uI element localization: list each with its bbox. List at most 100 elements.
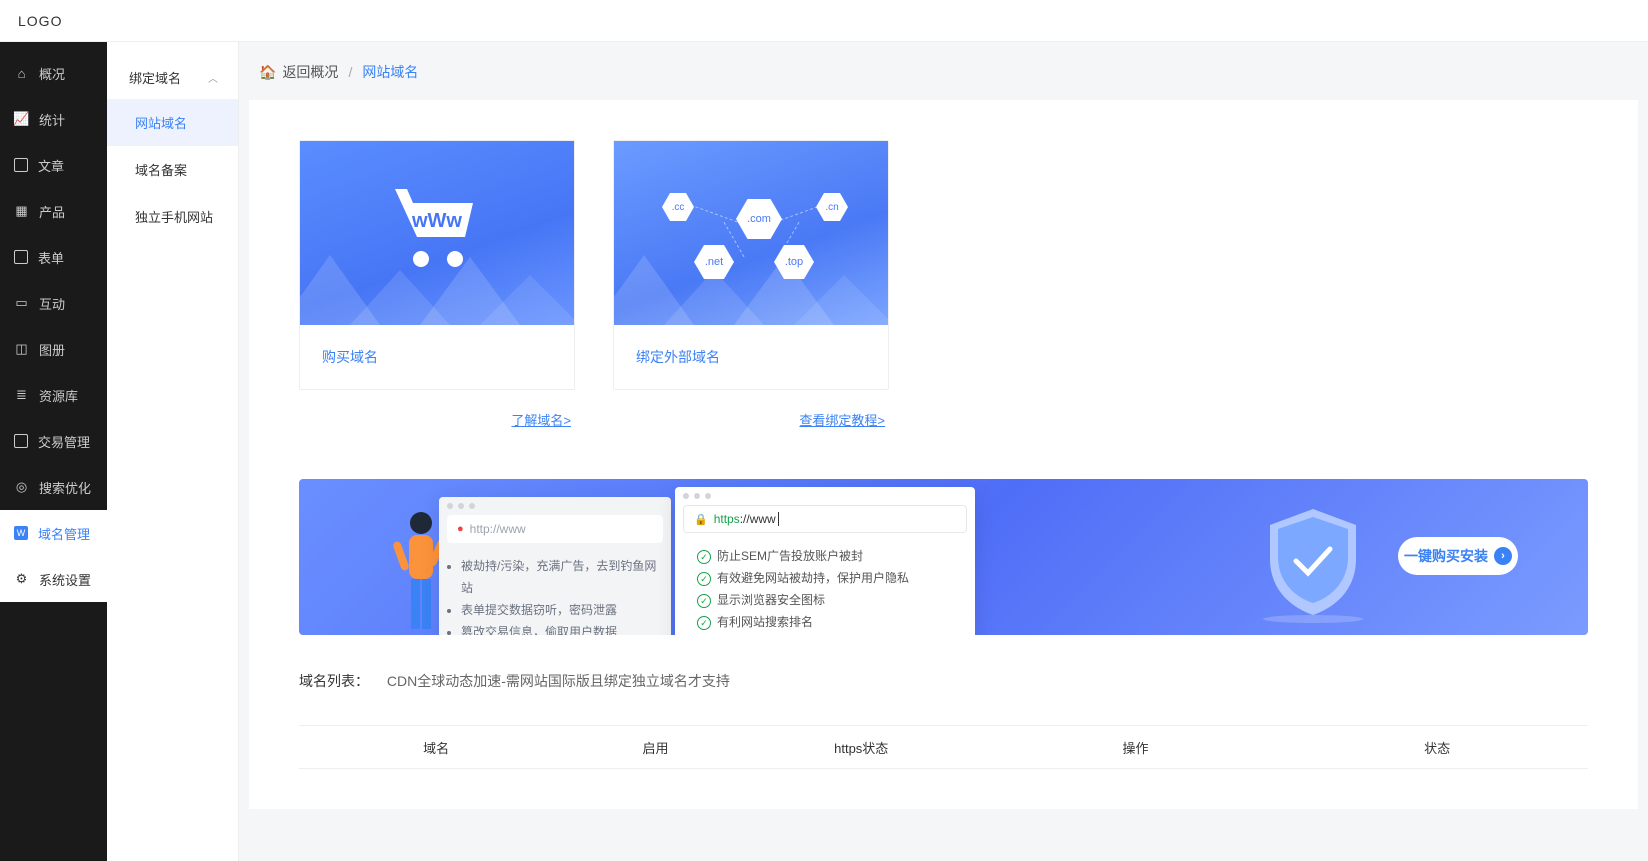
http-browser: ● http://www 被劫持/污染，充满广告，去到钓鱼网站 表单提交数据窃听，… [439,497,671,635]
domain-list-title: 域名列表： CDN全球动态加速-需网站国际版且绑定独立域名才支持 [299,671,1588,691]
sidebar-label: 资源库 [39,386,78,405]
subnav-item-mobile[interactable]: 独立手机网站 [107,193,238,240]
sidebar-item-interact[interactable]: ▭ 互动 [0,280,107,326]
card-bind-external[interactable]: .cc .com .cn .net .top 绑定外部域名 [613,140,889,390]
sidebar-label: 文章 [38,156,64,175]
install-button[interactable]: 一键购买安装 › [1398,537,1518,575]
tld-cn: .cn [816,193,848,221]
subnav-item-record[interactable]: 域名备案 [107,146,238,193]
gear-icon: ⚙ [14,572,29,587]
arrow-right-icon: › [1494,547,1512,565]
main-sidebar: ⌂ 概况 📈 统计 文章 ▦ 产品 表单 ▭ 互动 ◫ 图册 ≣ 资源库 交易管理 ◎ 搜索优… [0,42,107,861]
link-bind-tutorial[interactable]: 查看绑定教程> [613,410,889,429]
card-image: wWw [300,141,574,325]
db-icon: ≣ [14,388,29,403]
card-label: 购买域名 [300,325,574,389]
list-title-label: 域名列表： [299,673,369,689]
https-prefix: https [714,512,740,526]
tld-cc: .cc [662,193,694,221]
sidebar-label: 系统设置 [39,570,91,589]
cart-icon: wWw [387,183,487,279]
bullet: 有效避免网站被劫持，保护用户隐私 [697,567,963,589]
table-header: 域名 启用 https状态 操作 状态 [299,725,1588,769]
sidebar-label: 互动 [39,294,65,313]
sidebar-item-form[interactable]: 表单 [0,234,107,280]
card-buy-domain[interactable]: wWw 购买域名 [299,140,575,390]
chevron-up-icon: ︿ [208,70,218,85]
http-cons: 被劫持/污染，充满广告，去到钓鱼网站 表单提交数据窃听，密码泄露 篡改交易信息，… [439,551,671,635]
bullet: 防止SEM广告投放账户被封 [697,545,963,567]
th-enable: 启用 [573,738,738,757]
https-rest: ://www [740,512,776,526]
th-action: 操作 [985,738,1287,757]
subnav-title[interactable]: 绑定域名 ︿ [107,56,238,99]
svg-text:wWw: wWw [411,210,462,232]
bullet: 有利网站搜索排名 [697,611,963,633]
sidebar-item-article[interactable]: 文章 [0,142,107,188]
bullet: 显示浏览器安全图标 [697,589,963,611]
breadcrumb-back-label: 返回概况 [282,62,338,82]
subnav-item-label: 独立手机网站 [135,210,213,225]
card-label: 绑定外部域名 [614,325,888,389]
https-pros: 防止SEM广告投放账户被封 有效避免网站被劫持，保护用户隐私 显示浏览器安全图标… [675,541,975,635]
grid-icon: ▦ [14,204,29,219]
trade-icon [14,434,28,448]
warn-icon: ● [457,523,464,535]
home-icon: ⌂ [14,66,29,81]
sidebar-item-overview[interactable]: ⌂ 概况 [0,50,107,96]
subnav-item-site-domain[interactable]: 网站域名 [107,99,238,146]
subnav-item-label: 域名备案 [135,163,187,178]
w-icon: W [14,526,28,540]
install-button-label: 一键购买安装 [1404,546,1488,566]
gallery-icon: ◫ [14,342,29,357]
sidebar-label: 产品 [39,202,65,221]
sidebar-item-stats[interactable]: 📈 统计 [0,96,107,142]
sidebar-item-settings[interactable]: ⚙ 系统设置 [0,556,107,602]
home-icon: 🏠 [259,64,276,81]
subnav-item-label: 网站域名 [135,116,187,131]
sidebar-label: 交易管理 [38,432,90,451]
bullet: 篡改交易信息，偷取用户数据 [461,621,659,635]
shield-icon [1258,503,1368,623]
sidebar-item-domain[interactable]: W 域名管理 [0,510,107,556]
bullet: 被劫持/污染，充满广告，去到钓鱼网站 [461,555,659,599]
https-browser: 🔒 https://www 防止SEM广告投放账户被封 有效避免网站被劫持，保护用… [675,487,975,635]
bullet: 表单提交数据窃听，密码泄露 [461,599,659,621]
domain-table: 域名 启用 https状态 操作 状态 [299,725,1588,769]
content-panel: wWw 购买域名 .cc .com [249,100,1638,809]
th-https: https状态 [738,738,985,757]
sidebar-item-gallery[interactable]: ◫ 图册 [0,326,107,372]
chat-icon: ▭ [14,296,29,311]
sidebar-item-seo[interactable]: ◎ 搜索优化 [0,464,107,510]
doc-icon [14,158,28,172]
th-domain: 域名 [299,738,573,757]
chart-icon: 📈 [14,112,29,127]
lock-icon: 🔒 [694,513,708,526]
sidebar-item-product[interactable]: ▦ 产品 [0,188,107,234]
sidebar-label: 图册 [39,340,65,359]
sidebar-item-trade[interactable]: 交易管理 [0,418,107,464]
main-content: 🏠 返回概况 / 网站域名 wWw [239,42,1648,861]
card-image: .cc .com .cn .net .top [614,141,888,325]
search-icon: ◎ [14,480,29,495]
th-status: 状态 [1286,738,1588,757]
tld-com: .com [736,199,782,239]
list-title-sub: CDN全球动态加速-需网站国际版且绑定独立域名才支持 [387,673,730,689]
sidebar-label: 搜索优化 [39,478,91,497]
sidebar-label: 域名管理 [38,524,90,543]
subnav-title-label: 绑定域名 [129,68,181,87]
top-header: LOGO [0,0,1648,42]
sidebar-label: 概况 [39,64,65,83]
sidebar-item-resources[interactable]: ≣ 资源库 [0,372,107,418]
sidebar-label: 表单 [38,248,64,267]
logo: LOGO [18,13,62,29]
sub-sidebar: 绑定域名 ︿ 网站域名 域名备案 独立手机网站 [107,42,239,861]
http-url: http://www [470,522,526,536]
form-icon [14,250,28,264]
breadcrumb: 🏠 返回概况 / 网站域名 [239,42,1648,100]
https-banner: ● http://www 被劫持/污染，充满广告，去到钓鱼网站 表单提交数据窃听，… [299,479,1588,635]
sidebar-label: 统计 [39,110,65,129]
breadcrumb-back[interactable]: 🏠 返回概况 [259,62,338,82]
breadcrumb-current: 网站域名 [362,62,418,82]
link-learn-domain[interactable]: 了解域名> [299,410,575,429]
